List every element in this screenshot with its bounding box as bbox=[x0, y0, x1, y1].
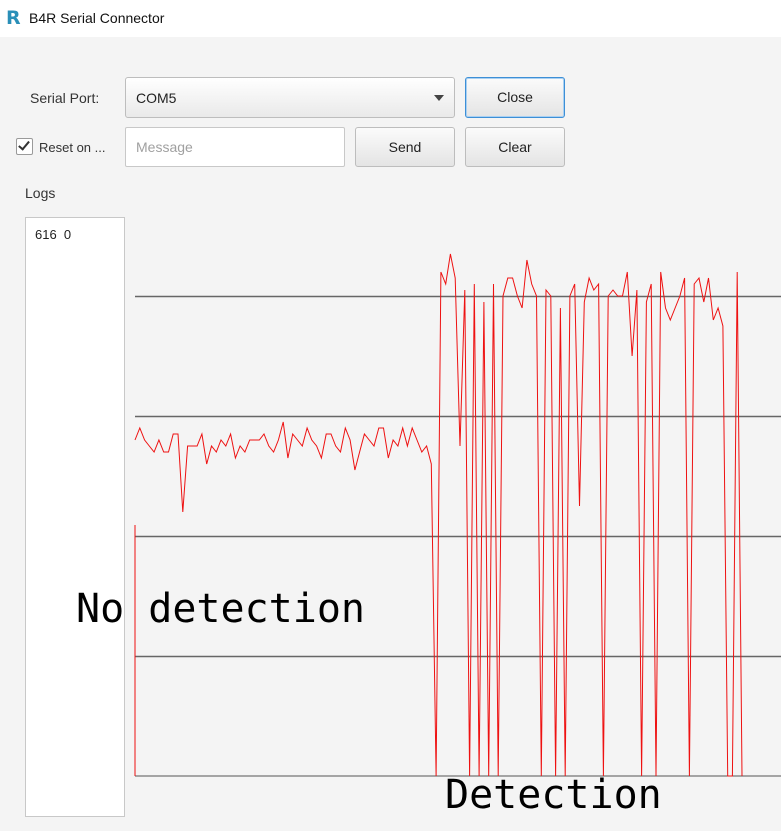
signal-series-line bbox=[134, 253, 743, 777]
signal-plot bbox=[134, 253, 781, 777]
detection-annotation: Detection bbox=[445, 772, 662, 818]
no-detection-annotation: No detection bbox=[76, 586, 365, 632]
